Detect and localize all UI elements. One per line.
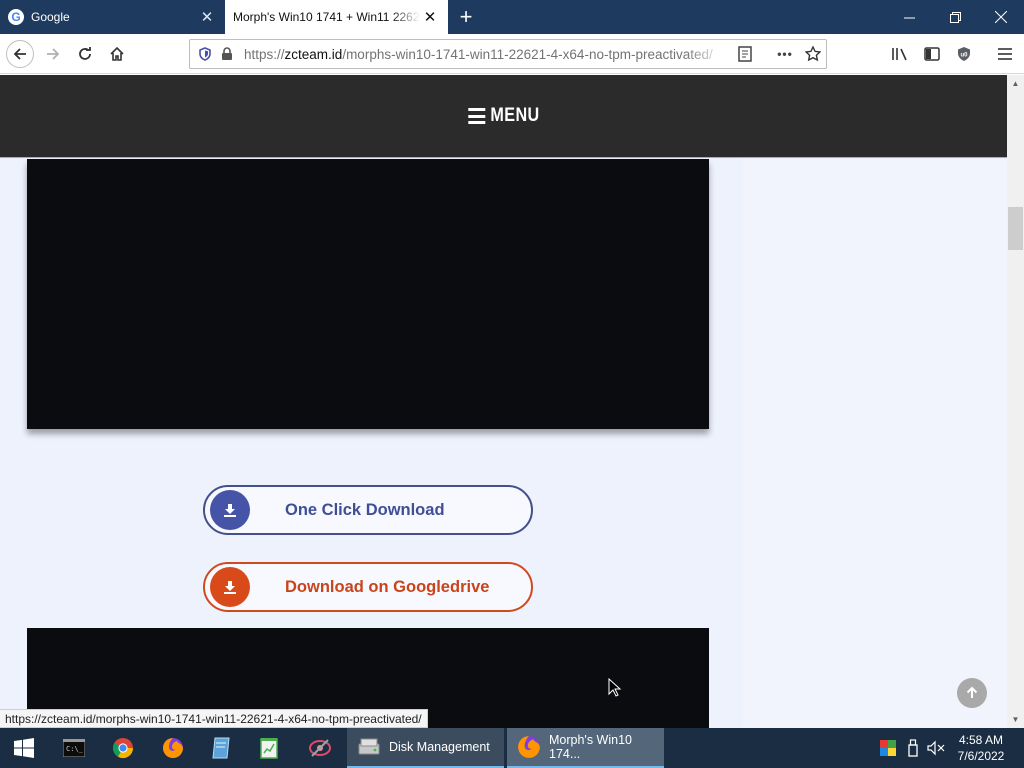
reload-button[interactable] [71, 40, 99, 68]
page-viewport: MENU One Click Download Download on Goog… [0, 75, 1007, 728]
page-scrollbar[interactable]: ▲ ▼ [1007, 75, 1024, 728]
tab-title: Morph's Win10 1741 + Win11 22621.4 x64 [233, 10, 420, 24]
tab-title: Google [31, 10, 70, 24]
app-menu-button[interactable] [993, 42, 1017, 66]
taskbar-window-label: Disk Management [389, 740, 490, 754]
svg-text:C:\_: C:\_ [66, 745, 84, 753]
url-host: zcteam.id [284, 46, 343, 62]
url-text[interactable]: https://zcteam.id/morphs-win10-1741-win1… [244, 47, 724, 62]
mouse-cursor-icon [608, 678, 622, 697]
download-icon [210, 567, 250, 607]
minimize-icon [903, 17, 915, 18]
page-actions-menu-icon[interactable]: ••• [774, 43, 796, 65]
ublock-extension-button[interactable]: u0 [952, 42, 976, 66]
taskbar-window-firefox[interactable]: Morph's Win10 174... [507, 728, 664, 768]
lock-icon[interactable] [216, 43, 238, 65]
chrome-icon [112, 738, 134, 759]
bookmark-star-icon[interactable] [802, 43, 824, 65]
volume-muted-icon [927, 740, 945, 756]
disk-management-icon [358, 738, 380, 755]
reader-view-icon[interactable] [734, 43, 756, 65]
menu-label: MENU [489, 105, 540, 126]
command-prompt-icon: C:\_ [63, 739, 85, 757]
menu-bars-icon [467, 108, 485, 124]
sidebar-icon [924, 47, 940, 61]
url-path: /morphs-win10-1741-win11-22621-4-x64-no-… [342, 46, 713, 62]
home-icon [110, 46, 124, 61]
hamburger-menu-icon [998, 48, 1012, 60]
tray-usb[interactable] [903, 728, 923, 768]
arrow-left-icon [13, 48, 26, 60]
taskbar-clock[interactable]: 4:58 AM 7/6/2022 [948, 730, 1014, 766]
windows-taskbar: C:\_ Disk Management Morph's Win10 174..… [0, 728, 1024, 768]
url-prefix: https:// [244, 46, 285, 62]
minimize-button[interactable] [886, 0, 932, 34]
taskbar-firefox[interactable] [153, 728, 193, 768]
scroll-down-arrow-icon[interactable]: ▼ [1007, 711, 1024, 728]
taskbar-terminal[interactable]: C:\_ [54, 728, 94, 768]
firefox-icon [163, 738, 183, 758]
video-embed[interactable] [27, 159, 709, 429]
restore-button[interactable] [932, 0, 978, 34]
back-button[interactable] [6, 40, 34, 68]
reload-icon [79, 47, 91, 60]
color-picker-icon [880, 740, 896, 756]
library-button[interactable] [888, 42, 912, 66]
download-icon [210, 490, 250, 530]
new-tab-button[interactable]: + [453, 4, 479, 30]
one-click-download-button[interactable]: One Click Download [203, 485, 533, 535]
url-bar[interactable]: https://zcteam.id/morphs-win10-1741-win1… [189, 39, 827, 69]
taskbar-app-editor[interactable] [250, 728, 290, 768]
google-icon: G [8, 9, 24, 25]
network-tool-icon [309, 739, 331, 757]
restore-icon [949, 11, 961, 23]
clock-date: 7/6/2022 [957, 749, 1005, 763]
taskbar-window-label: Morph's Win10 174... [549, 733, 632, 761]
tab-google[interactable]: G Google ✕ [0, 0, 225, 34]
scroll-to-top-button[interactable] [957, 678, 987, 708]
close-window-button[interactable] [978, 0, 1024, 34]
download-googledrive-button[interactable]: Download on Googledrive [203, 562, 533, 612]
start-button[interactable] [4, 728, 44, 768]
taskbar-chrome[interactable] [103, 728, 143, 768]
tab-morphs-win10[interactable]: Morph's Win10 1741 + Win11 22621.4 x64 ✕ [225, 0, 448, 34]
usb-drive-icon [908, 739, 918, 757]
firefox-icon [518, 736, 540, 758]
home-button[interactable] [103, 40, 131, 68]
navigation-bar: https://zcteam.id/morphs-win10-1741-win1… [0, 34, 1024, 74]
arrow-up-icon [966, 686, 978, 698]
tracking-protection-shield-icon[interactable] [194, 43, 216, 65]
close-tab-icon[interactable]: ✕ [197, 7, 217, 27]
scroll-up-arrow-icon[interactable]: ▲ [1007, 75, 1024, 92]
site-menu-button[interactable]: MENU [467, 105, 540, 127]
library-icon [892, 48, 907, 61]
one-click-download-label: One Click Download [285, 500, 445, 519]
tray-color-app[interactable] [878, 728, 898, 768]
windows-logo-icon [14, 738, 34, 758]
sidebar-toggle-button[interactable] [920, 42, 944, 66]
close-icon [995, 11, 1007, 23]
ublock-shield-icon: u0 [958, 47, 970, 61]
download-googledrive-label: Download on Googledrive [285, 577, 490, 596]
tray-volume[interactable] [925, 728, 947, 768]
scrollbar-thumb[interactable] [1008, 207, 1023, 250]
notebook-app-icon [212, 737, 230, 759]
close-tab-icon[interactable]: ✕ [420, 7, 440, 27]
clock-time: 4:58 AM [958, 733, 1004, 747]
site-header: MENU [0, 75, 1007, 158]
text-editor-icon [260, 738, 278, 759]
taskbar-app-notes[interactable] [201, 728, 241, 768]
arrow-right-icon [47, 48, 60, 60]
link-status-bar: https://zcteam.id/morphs-win10-1741-win1… [0, 709, 428, 728]
taskbar-window-disk-management[interactable]: Disk Management [347, 728, 504, 768]
taskbar-app-tool[interactable] [300, 728, 340, 768]
forward-button[interactable] [39, 40, 67, 68]
svg-text:u0: u0 [960, 53, 968, 59]
page-sidebar [743, 159, 1007, 728]
tab-bar: G Google ✕ Morph's Win10 1741 + Win11 22… [0, 0, 1024, 34]
